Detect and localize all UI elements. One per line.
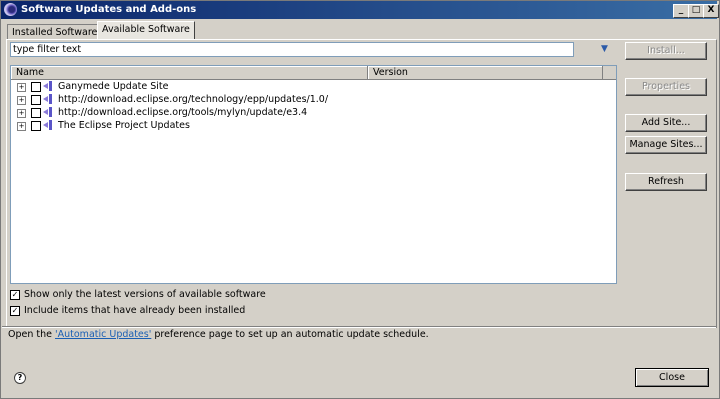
info-prefix: Open the (8, 329, 56, 340)
tree-row[interactable]: + Ganymede Update Site (11, 80, 611, 93)
expand-icon[interactable]: + (17, 109, 26, 118)
properties-button[interactable]: Properties (625, 78, 707, 96)
update-site-icon (43, 94, 52, 104)
row-checkbox[interactable] (31, 108, 41, 118)
tree-header: Name Version (11, 66, 616, 80)
close-window-button[interactable]: X (703, 4, 719, 18)
window-title: Software Updates and Add-ons (21, 4, 197, 15)
title-bar: Software Updates and Add-ons _ □ X (1, 1, 719, 19)
row-name: http://download.eclipse.org/technology/e… (58, 94, 329, 105)
update-site-icon (43, 81, 52, 91)
eclipse-icon (4, 3, 17, 16)
minimize-button[interactable]: _ (673, 4, 689, 18)
close-button[interactable]: Close (635, 368, 709, 387)
filter-dropdown-icon[interactable]: ▼ (601, 45, 613, 54)
manage-sites-button[interactable]: Manage Sites... (625, 136, 707, 154)
row-name: Ganymede Update Site (58, 81, 169, 92)
tree-row[interactable]: + http://download.eclipse.org/technology… (11, 93, 611, 106)
expand-icon[interactable]: + (17, 83, 26, 92)
tab-available-software[interactable]: Available Software (97, 21, 195, 40)
filter-input[interactable]: type filter text (10, 42, 574, 57)
latest-versions-label: Show only the latest versions of availab… (24, 289, 266, 300)
row-checkbox[interactable] (31, 121, 41, 131)
expand-icon[interactable]: + (17, 122, 26, 131)
maximize-button[interactable]: □ (688, 4, 704, 18)
row-name: The Eclipse Project Updates (58, 120, 190, 131)
help-icon[interactable]: ? (14, 372, 26, 384)
info-suffix: preference page to set up an automatic u… (151, 329, 429, 340)
latest-versions-checkbox[interactable]: ✓ (10, 290, 20, 300)
refresh-button[interactable]: Refresh (625, 173, 707, 191)
row-checkbox[interactable] (31, 82, 41, 92)
tab-installed-software[interactable]: Installed Software (7, 24, 103, 40)
include-installed-checkbox[interactable]: ✓ (10, 306, 20, 316)
column-header-name[interactable]: Name (11, 66, 368, 79)
row-name: http://download.eclipse.org/tools/mylyn/… (58, 107, 308, 118)
column-header-version[interactable]: Version (368, 66, 603, 79)
automatic-updates-link[interactable]: 'Automatic Updates' (55, 329, 151, 340)
tree-row[interactable]: + http://download.eclipse.org/tools/myly… (11, 106, 611, 119)
automatic-updates-info: Open the 'Automatic Updates' preference … (8, 328, 429, 341)
update-site-icon (43, 120, 52, 130)
include-installed-label: Include items that have already been ins… (24, 305, 246, 316)
expand-icon[interactable]: + (17, 96, 26, 105)
add-site-button[interactable]: Add Site... (625, 114, 707, 132)
update-site-icon (43, 107, 52, 117)
tree-row[interactable]: + The Eclipse Project Updates (11, 119, 611, 132)
row-checkbox[interactable] (31, 95, 41, 105)
install-button[interactable]: Install... (625, 42, 707, 60)
software-tree[interactable]: Name Version + Ganymede Update Site + ht… (10, 65, 617, 284)
